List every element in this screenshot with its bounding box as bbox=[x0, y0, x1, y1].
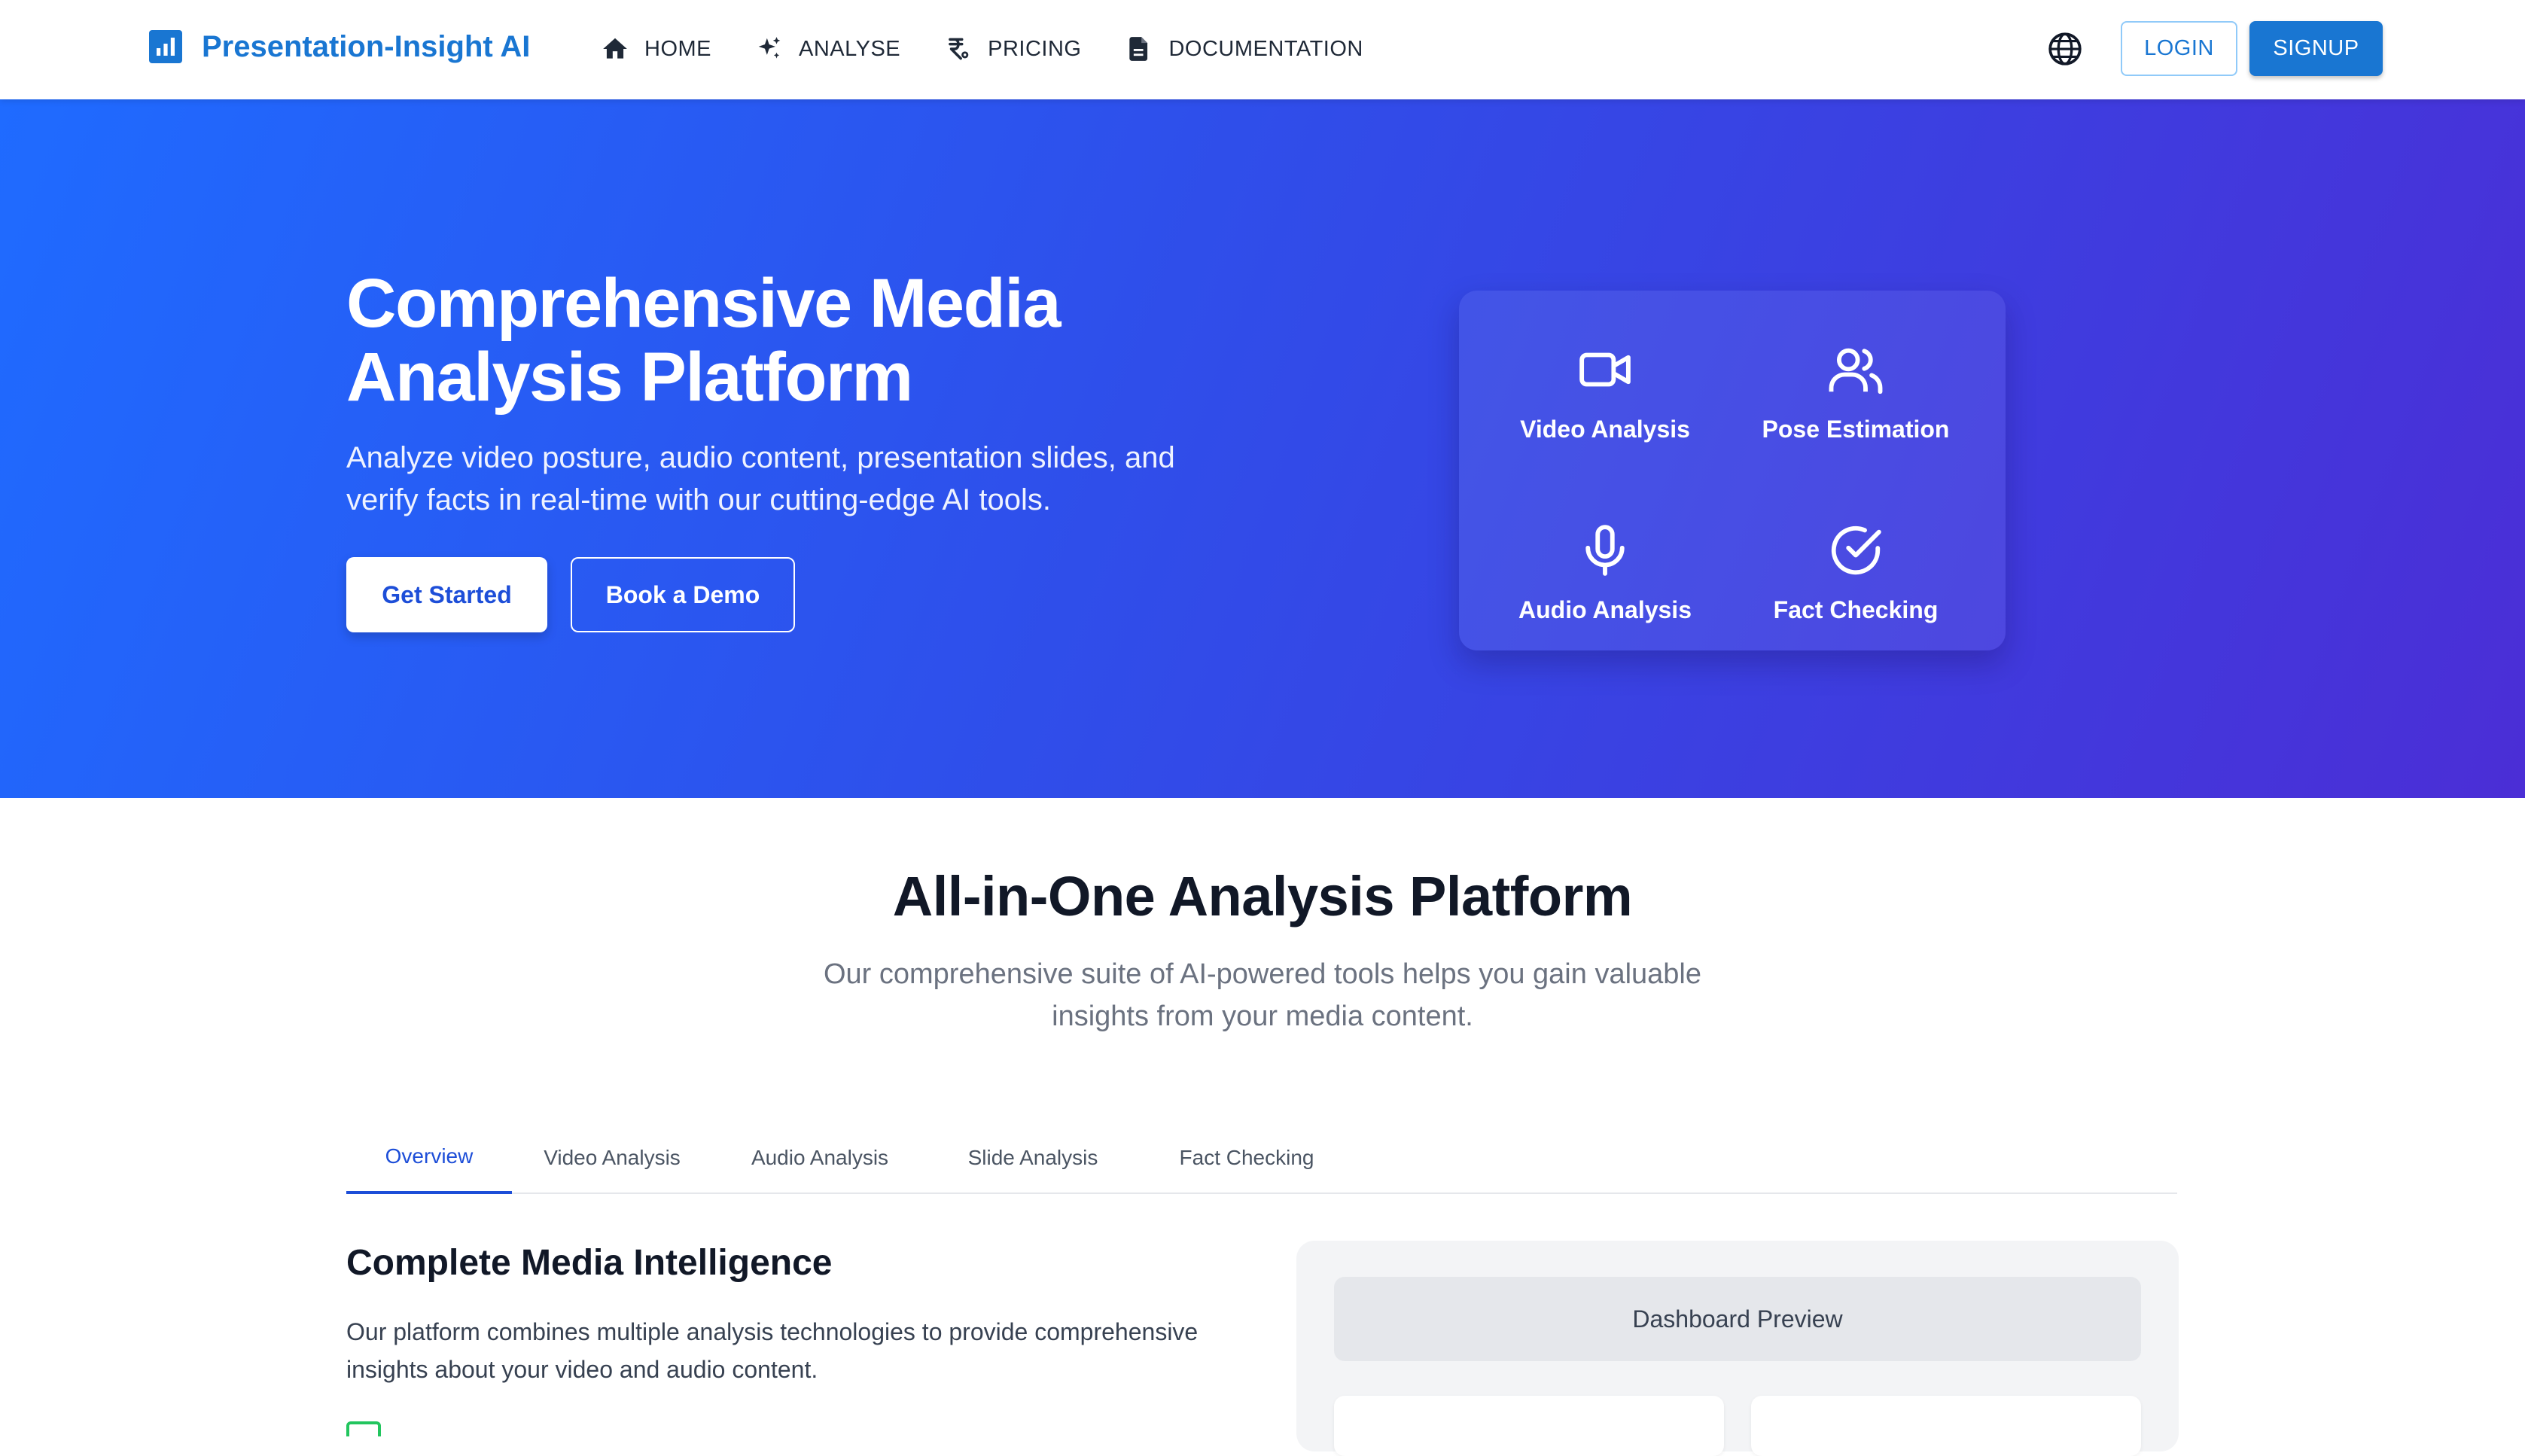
login-button[interactable]: LOGIN bbox=[2121, 21, 2237, 76]
get-started-button[interactable]: Get Started bbox=[346, 557, 547, 632]
bar-chart-icon bbox=[149, 30, 182, 63]
feature-fact-checking-label: Fact Checking bbox=[1773, 596, 1939, 623]
hero-title: Comprehensive Media Analysis Platform bbox=[346, 265, 1061, 416]
check-icon bbox=[346, 1421, 381, 1436]
dashboard-preview-card: Dashboard Preview bbox=[1296, 1241, 2179, 1456]
feature-pose-estimation: Pose Estimation bbox=[1728, 340, 1984, 443]
nav-pricing[interactable]: PRICING bbox=[944, 30, 1081, 68]
nav-documentation[interactable]: DOCUMENTATION bbox=[1125, 30, 1363, 68]
check-circle-icon bbox=[1831, 525, 1881, 575]
nav-analyse-label: ANALYSE bbox=[799, 36, 901, 61]
book-demo-button[interactable]: Book a Demo bbox=[571, 557, 795, 632]
content-description: Our platform combines multiple analysis … bbox=[346, 1318, 1199, 1383]
feature-video-analysis-label: Video Analysis bbox=[1520, 416, 1690, 443]
sparkle-icon bbox=[758, 37, 781, 59]
tab-audio-analysis[interactable]: Audio Analysis bbox=[712, 1122, 927, 1194]
feature-card: Video Analysis Pose Estimation Audio Ana… bbox=[1459, 291, 2006, 650]
microphone-icon bbox=[1585, 525, 1625, 576]
tab-slide-analysis[interactable]: Slide Analysis bbox=[927, 1122, 1138, 1194]
nav-home[interactable]: HOME bbox=[601, 30, 711, 68]
hero-section: Comprehensive Media Analysis Platform An… bbox=[0, 99, 2525, 798]
dashboard-mini-card bbox=[1751, 1396, 2141, 1456]
tab-overview[interactable]: Overview bbox=[346, 1122, 512, 1194]
top-navbar: Presentation-Insight AI HOME ANALYSE PRI… bbox=[0, 0, 2525, 99]
document-icon bbox=[1129, 37, 1148, 61]
video-camera-icon bbox=[1579, 352, 1631, 387]
platform-section-title: All-in-One Analysis Platform bbox=[892, 865, 1633, 928]
dashboard-mini-card bbox=[1334, 1396, 1724, 1456]
currency-icon bbox=[949, 38, 969, 60]
hero-subtitle: Analyze video posture, audio content, pr… bbox=[346, 441, 1175, 516]
feature-video-analysis: Video Analysis bbox=[1477, 340, 1733, 443]
feature-pose-estimation-label: Pose Estimation bbox=[1762, 416, 1950, 443]
feature-audio-analysis-label: Audio Analysis bbox=[1518, 596, 1692, 623]
feature-fact-checking: Fact Checking bbox=[1728, 521, 1984, 624]
nav-documentation-label: DOCUMENTATION bbox=[1168, 36, 1363, 61]
brand-logo-link[interactable]: Presentation-Insight AI bbox=[148, 29, 530, 65]
users-icon bbox=[1829, 348, 1883, 394]
brand-name: Presentation-Insight AI bbox=[202, 29, 531, 63]
tab-fact-checking[interactable]: Fact Checking bbox=[1138, 1122, 1355, 1194]
feature-audio-analysis: Audio Analysis bbox=[1477, 521, 1733, 624]
analysis-tabs: Overview Video Analysis Audio Analysis S… bbox=[346, 1122, 2177, 1194]
content-title: Complete Media Intelligence bbox=[346, 1243, 833, 1283]
nav-pricing-label: PRICING bbox=[988, 36, 1082, 61]
dashboard-preview-label: Dashboard Preview bbox=[1334, 1277, 2141, 1361]
home-icon bbox=[603, 38, 627, 59]
tab-video-analysis[interactable]: Video Analysis bbox=[512, 1122, 712, 1194]
main-nav: HOME ANALYSE PRICING DOCUMENTATION bbox=[601, 30, 1407, 68]
signup-button[interactable]: SIGNUP bbox=[2249, 21, 2383, 76]
globe-icon[interactable] bbox=[2046, 30, 2084, 68]
nav-analyse[interactable]: ANALYSE bbox=[755, 30, 900, 68]
platform-section-subtitle: Our comprehensive suite of AI-powered to… bbox=[823, 958, 1701, 1032]
nav-home-label: HOME bbox=[644, 36, 711, 61]
